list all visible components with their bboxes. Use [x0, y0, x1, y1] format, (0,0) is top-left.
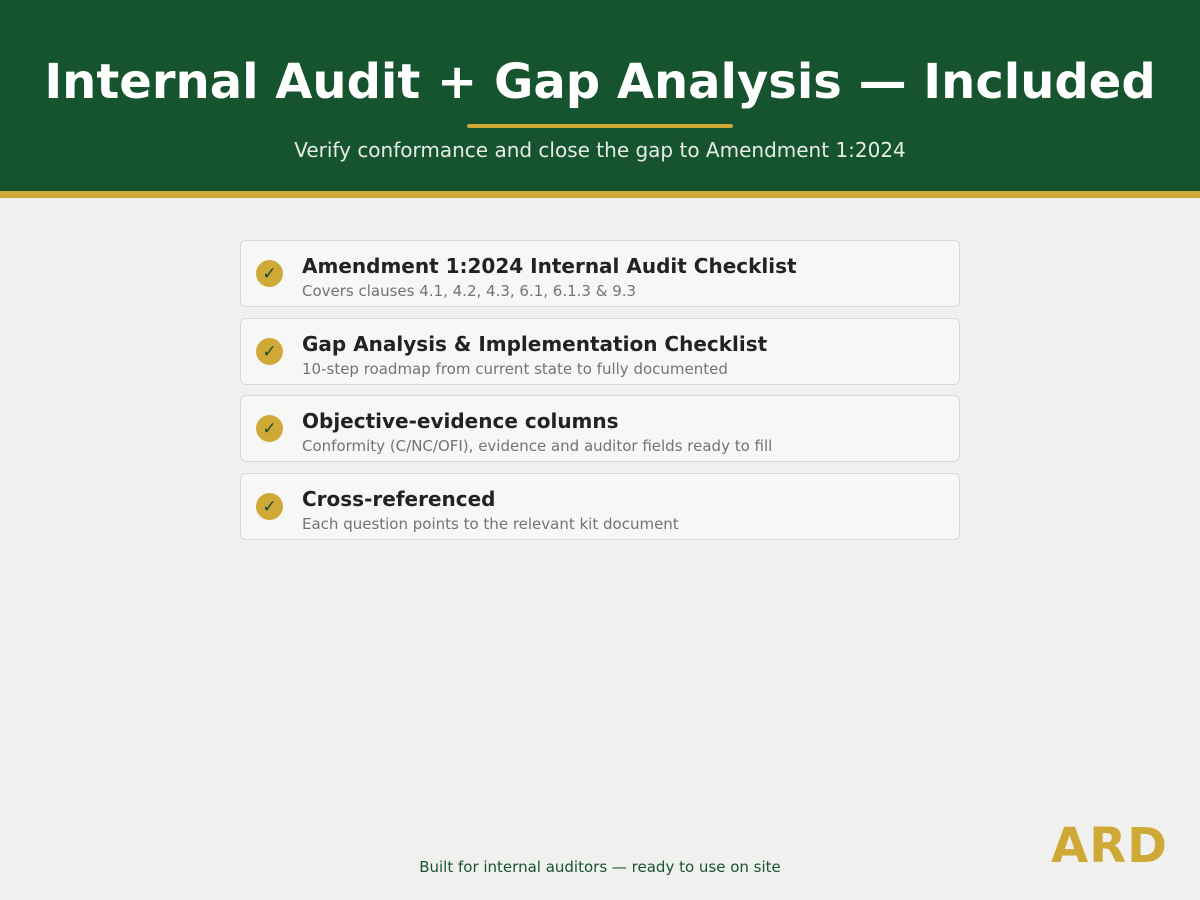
footer-note: Built for internal auditors — ready to u… [419, 858, 781, 876]
feature-title: Objective-evidence columns [302, 409, 619, 433]
feature-card: ✓ Amendment 1:2024 Internal Audit Checkl… [240, 240, 960, 307]
feature-card: ✓ Cross-referenced Each question points … [240, 472, 960, 540]
header-banner: Internal Audit + Gap Analysis — Included… [0, 0, 1200, 198]
feature-list: ✓ Amendment 1:2024 Internal Audit Checkl… [240, 240, 960, 550]
feature-description: Each question points to the relevant kit… [302, 514, 679, 533]
page-title: Internal Audit + Gap Analysis — Included [44, 54, 1156, 110]
brand-logo: ARD [1051, 818, 1168, 874]
check-icon: ✓ [256, 337, 283, 365]
feature-title: Gap Analysis & Implementation Checklist [302, 331, 768, 356]
check-icon: ✓ [256, 492, 283, 520]
title-underline [467, 124, 733, 128]
feature-description: Conformity (C/NC/OFI), evidence and audi… [302, 437, 773, 455]
page-subtitle: Verify conformance and close the gap to … [294, 138, 906, 162]
feature-description: Covers clauses 4.1, 4.2, 4.3, 6.1, 6.1.3… [302, 282, 637, 300]
feature-card: ✓ Gap Analysis & Implementation Checklis… [240, 317, 960, 385]
feature-title: Cross-referenced [302, 486, 496, 511]
check-icon: ✓ [256, 415, 283, 442]
feature-title: Amendment 1:2024 Internal Audit Checklis… [302, 254, 797, 278]
feature-card: ✓ Objective-evidence columns Conformity … [240, 395, 960, 462]
feature-description: 10-step roadmap from current state to fu… [302, 359, 728, 378]
check-icon: ✓ [256, 260, 283, 287]
